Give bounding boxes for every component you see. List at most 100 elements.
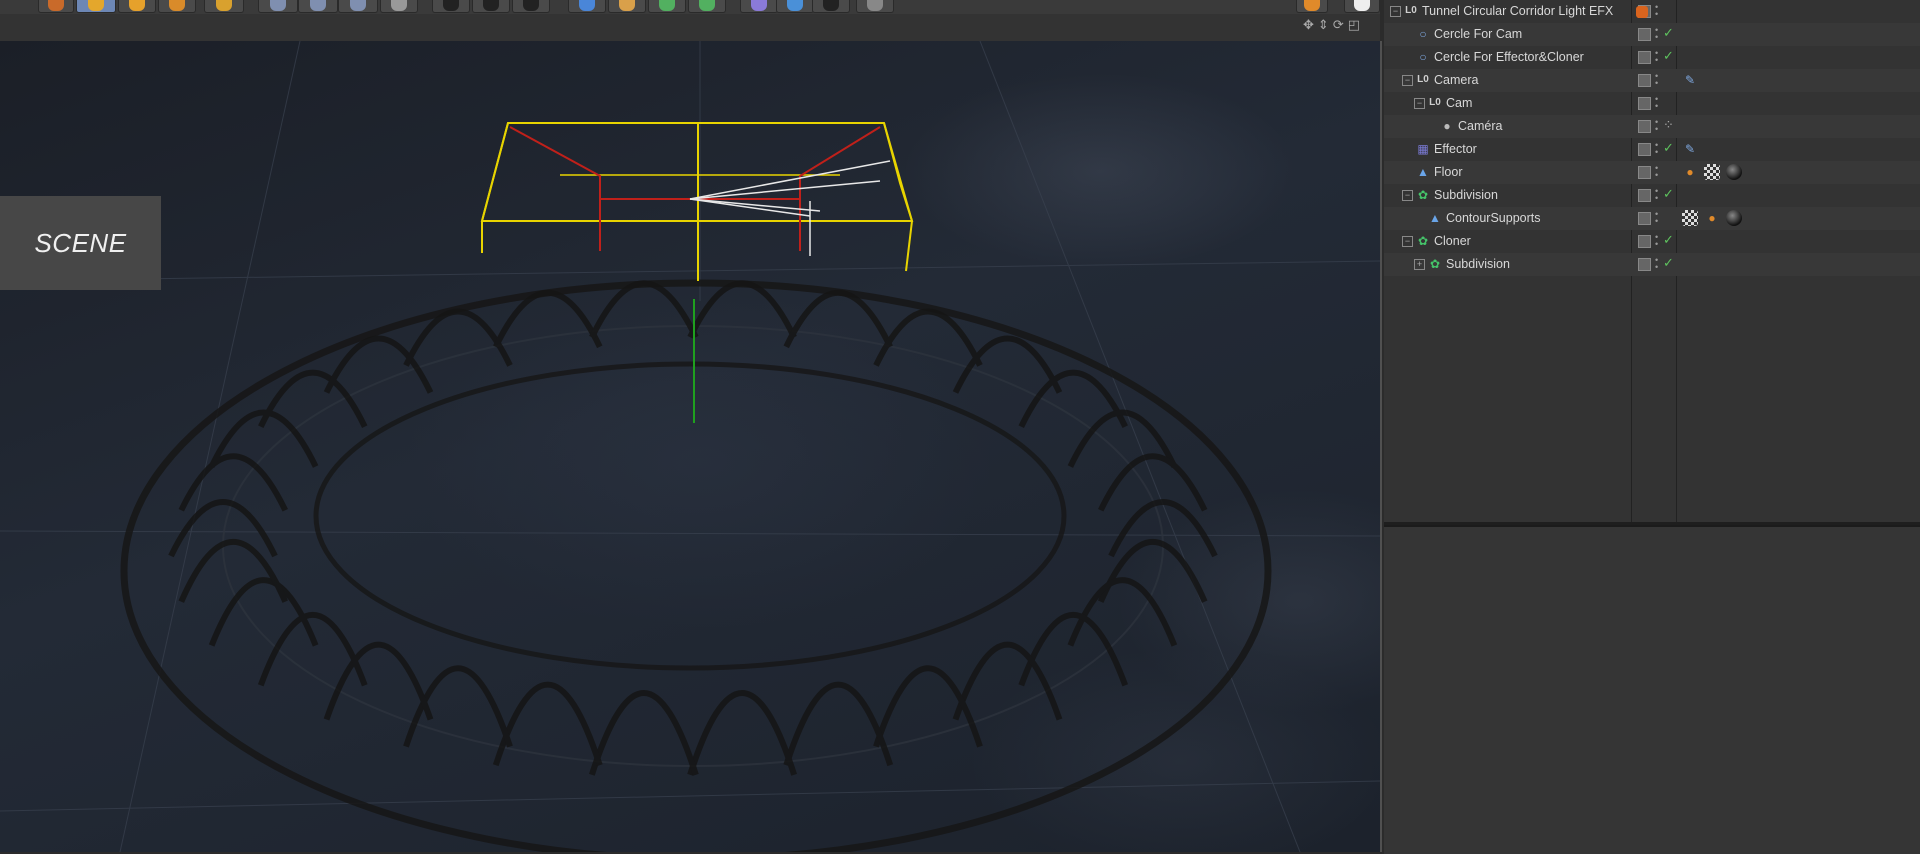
visibility-dots-icon[interactable]: • • xyxy=(1655,164,1659,180)
texture-tag-icon[interactable]: ● xyxy=(1704,210,1720,226)
enabled-check-icon[interactable]: ✓ xyxy=(1663,232,1674,248)
material-sphere-icon[interactable] xyxy=(1726,164,1742,180)
collapse-icon[interactable]: − xyxy=(1402,190,1413,201)
expand-icon[interactable]: + xyxy=(1414,259,1425,270)
object-name[interactable]: Effector xyxy=(1434,142,1477,156)
effector-icon: ▦ xyxy=(1417,142,1429,156)
rotate-view-icon[interactable]: ⟳ xyxy=(1333,18,1344,36)
select-tool-button[interactable] xyxy=(204,0,244,13)
move-tool-button[interactable] xyxy=(76,0,116,13)
visibility-dots-icon[interactable]: • • xyxy=(1655,233,1659,249)
enabled-check-icon[interactable]: ✓ xyxy=(1663,186,1674,202)
object-name[interactable]: Camera xyxy=(1434,73,1478,87)
layer-icon[interactable] xyxy=(1638,120,1651,133)
x-axis-button[interactable] xyxy=(258,0,298,13)
protection-tag-icon[interactable]: ✎ xyxy=(1682,72,1698,88)
object-name[interactable]: Cercle For Cam xyxy=(1434,27,1522,41)
layer-icon[interactable] xyxy=(1638,258,1651,271)
array-button[interactable] xyxy=(688,0,726,13)
material-checker-icon[interactable] xyxy=(1704,164,1720,180)
object-name[interactable]: Tunnel Circular Corridor Light EFX xyxy=(1422,4,1613,18)
object-row[interactable]: + ✿ Subdivision • • ✓ xyxy=(1384,253,1920,276)
object-row[interactable]: ○ Cercle For Cam • • ✓ xyxy=(1384,23,1920,46)
texture-tag-icon[interactable]: ● xyxy=(1682,164,1698,180)
toggle-view-icon[interactable]: ◰ xyxy=(1348,18,1360,36)
visibility-dots-icon[interactable]: • • xyxy=(1655,3,1659,19)
light-button[interactable] xyxy=(856,0,894,13)
floor-icon: ▲ xyxy=(1417,165,1429,179)
enabled-check-icon[interactable]: ✓ xyxy=(1663,140,1674,156)
object-row[interactable]: ● Caméra • • ⁘ xyxy=(1384,115,1920,138)
layer-icon[interactable] xyxy=(1638,143,1651,156)
scale-tool-button[interactable] xyxy=(118,0,156,13)
enabled-check-icon[interactable]: ✓ xyxy=(1663,25,1674,41)
render-settings-button[interactable] xyxy=(512,0,550,13)
null-object-icon: L0 xyxy=(1417,74,1429,85)
visibility-dots-icon[interactable]: • • xyxy=(1655,141,1659,157)
palette-button[interactable] xyxy=(1344,0,1380,13)
object-row[interactable]: − ✿ Cloner • • ✓ xyxy=(1384,230,1920,253)
layer-icon[interactable] xyxy=(1638,28,1651,41)
z-axis-button[interactable] xyxy=(338,0,378,13)
object-row[interactable]: ▲ Floor • • ● xyxy=(1384,161,1920,184)
layer-icon[interactable] xyxy=(1638,166,1651,179)
enabled-check-icon[interactable]: ✓ xyxy=(1663,255,1674,271)
visibility-dots-icon[interactable]: • • xyxy=(1655,256,1659,272)
move-view-icon[interactable]: ✥ xyxy=(1303,18,1314,36)
visibility-dots-icon[interactable]: • • xyxy=(1655,26,1659,42)
layer-icon[interactable] xyxy=(1638,97,1651,110)
object-name[interactable]: Cloner xyxy=(1434,234,1471,248)
zoom-view-icon[interactable]: ⇕ xyxy=(1318,18,1329,36)
visibility-dots-icon[interactable]: • • xyxy=(1655,95,1659,111)
cloner-icon: ✿ xyxy=(1417,234,1429,248)
object-row[interactable]: − L0 Tunnel Circular Corridor Light EFX • • xyxy=(1384,0,1920,23)
layer-icon[interactable] xyxy=(1638,189,1651,202)
object-name[interactable]: Caméra xyxy=(1458,119,1502,133)
render-button[interactable] xyxy=(38,0,74,13)
layer-color-icon[interactable] xyxy=(1636,6,1648,18)
visibility-dots-icon[interactable]: • • xyxy=(1655,210,1659,226)
object-name[interactable]: Subdivision xyxy=(1446,257,1510,271)
collapse-icon[interactable]: − xyxy=(1402,75,1413,86)
coordinate-system-button[interactable] xyxy=(380,0,418,13)
object-row[interactable]: − L0 Camera • • ✎ xyxy=(1384,69,1920,92)
visibility-dots-icon[interactable]: • • xyxy=(1655,187,1659,203)
render-picture-viewer-button[interactable] xyxy=(472,0,510,13)
object-name[interactable]: Cam xyxy=(1446,96,1472,110)
3d-viewport[interactable]: SCENE xyxy=(0,41,1382,852)
enabled-check-icon[interactable]: ✓ xyxy=(1663,48,1674,64)
cube-button[interactable] xyxy=(568,0,606,13)
object-name[interactable]: Subdivision xyxy=(1434,188,1498,202)
object-row[interactable]: ○ Cercle For Effector&Cloner • • ✓ xyxy=(1384,46,1920,69)
layer-icon[interactable] xyxy=(1638,51,1651,64)
floor-button[interactable] xyxy=(776,0,814,13)
visibility-dots-icon[interactable]: • • xyxy=(1655,72,1659,88)
render-view-button[interactable] xyxy=(432,0,470,13)
visibility-dots-icon[interactable]: • • xyxy=(1655,49,1659,65)
layout-button[interactable] xyxy=(1296,0,1328,13)
deformer-button[interactable] xyxy=(740,0,778,13)
material-checker-icon[interactable] xyxy=(1682,210,1698,226)
camera-button[interactable] xyxy=(812,0,850,13)
object-name[interactable]: ContourSupports xyxy=(1446,211,1541,225)
material-sphere-icon[interactable] xyxy=(1726,210,1742,226)
object-name[interactable]: Floor xyxy=(1434,165,1462,179)
spline-button[interactable] xyxy=(608,0,646,13)
object-row[interactable]: ▲ ContourSupports • • ● xyxy=(1384,207,1920,230)
object-row[interactable]: − ✿ Subdivision • • ✓ xyxy=(1384,184,1920,207)
layer-icon[interactable] xyxy=(1638,74,1651,87)
collapse-icon[interactable]: − xyxy=(1402,236,1413,247)
visibility-dots-icon[interactable]: • • xyxy=(1655,118,1659,134)
collapse-icon[interactable]: − xyxy=(1414,98,1425,109)
protection-tag-icon[interactable]: ✎ xyxy=(1682,141,1698,157)
render-dots-icon[interactable]: ⁘ xyxy=(1663,117,1674,133)
nurbs-button[interactable] xyxy=(648,0,686,13)
object-name[interactable]: Cercle For Effector&Cloner xyxy=(1434,50,1584,64)
object-row[interactable]: ▦ Effector • • ✓ ✎ xyxy=(1384,138,1920,161)
rotate-tool-button[interactable] xyxy=(158,0,196,13)
object-row[interactable]: − L0 Cam • • xyxy=(1384,92,1920,115)
layer-icon[interactable] xyxy=(1638,212,1651,225)
layer-icon[interactable] xyxy=(1638,235,1651,248)
y-axis-button[interactable] xyxy=(298,0,338,13)
collapse-icon[interactable]: − xyxy=(1390,6,1401,17)
